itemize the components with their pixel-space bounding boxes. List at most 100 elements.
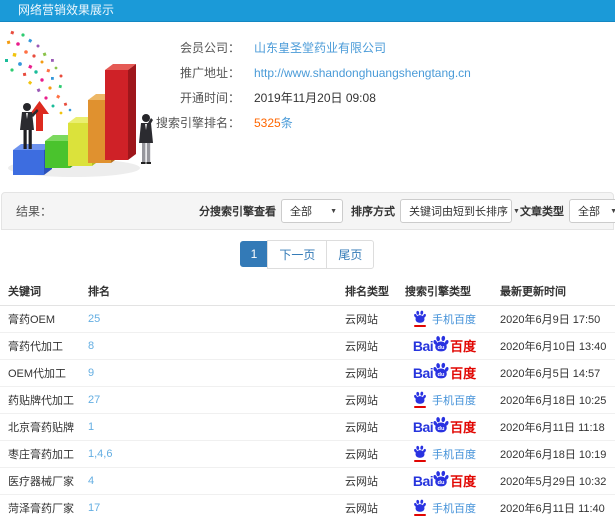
baidu-mobile-logo: 手机百度 [413,499,476,516]
baidu-paw-icon: du [433,335,449,351]
promo-url-link[interactable]: http://www.shandonghuangshengtang.cn [254,66,471,80]
baidu-red-underline [414,325,426,327]
open-time-label: 开通时间： [179,91,240,105]
rank-link[interactable]: 1,4,6 [88,448,112,460]
sort-filter-label: 排序方式 [351,206,395,218]
engine-rank-label: 搜索引擎排名： [155,116,240,130]
header-engine: 搜索引擎类型 [397,278,492,306]
baidu-mobile-logo: 手机百度 [413,310,476,327]
result-label: 结果： [16,204,53,219]
baidu-pc-suffix: 百度 [450,339,477,354]
engine-filter-select[interactable]: 全部 ▼ [281,199,343,223]
baidu-mobile-label: 手机百度 [432,394,476,407]
rank-link[interactable]: 8 [88,340,94,352]
filter-group: 分搜索引擎查看 全部 ▼ 排序方式 关键词由短到长排序 ▼ 文章类型 全部 ▼ … [199,198,615,224]
svg-text:du: du [438,425,445,431]
keyword-cell: 膏药OEM [0,305,80,333]
baidu-pc-prefix: Bai [412,418,434,435]
sort-filter-select[interactable]: 关键词由短到长排序 ▼ [400,199,520,223]
pagination: 1 下一页 尾页 [0,230,615,278]
engine-rank-value: 5325条 [254,114,293,131]
rank-type-cell: 云网站 [337,386,397,414]
rank-link[interactable]: 9 [88,367,94,379]
baidu-pc-prefix: Bai [412,472,434,489]
keyword-cell: OEM代加工 [0,359,80,387]
open-time-row: 开通时间： 2019年11月20日 09:08 [0,85,615,110]
baidu-red-underline [414,514,426,516]
svg-text:du: du [438,371,445,377]
rank-type-cell: 云网站 [337,332,397,360]
keyword-cell: 菏泽膏药厂家 [0,494,80,520]
baidu-pc-logo: Bai du 百度 [413,362,476,384]
page-title: 网络营销效果展示 [0,0,615,22]
baidu-pc-suffix: 百度 [450,366,477,381]
table-row: 药贴牌代加工 27 云网站 手机百度 2020年6月18日 10:25 [0,386,615,414]
table-row: 膏药代加工 8 云网站 Bai du 百度 2020年6月10日 13:40 [0,332,615,360]
baidu-mobile-logo: 手机百度 [413,391,476,408]
baidu-paw-icon: du [433,470,449,486]
baidu-paw-icon [413,499,427,516]
baidu-pc-prefix: Bai [412,337,434,354]
baidu-paw-icon [413,310,427,327]
keyword-cell: 枣庄膏药加工 [0,440,80,468]
baidu-mobile-label: 手机百度 [432,502,476,515]
header-updated: 最新更新时间 [492,278,615,306]
engine-cell: Bai du 百度 [397,332,492,360]
engine-rank-row: 搜索引擎排名： 5325条 [0,110,615,135]
header-keyword: 关键词 [0,278,80,306]
rank-link[interactable]: 17 [88,502,100,514]
table-row: 枣庄膏药加工 1,4,6 云网站 手机百度 2020年6月18日 10:19 [0,440,615,468]
baidu-paw-icon: du [433,416,449,432]
member-company-row: 会员公司： 山东皇圣堂药业有限公司 [0,35,615,60]
updated-cell: 2020年6月10日 13:40 [492,332,615,360]
info-fields: 会员公司： 山东皇圣堂药业有限公司 推广地址： http://www.shand… [0,35,615,135]
table-row: OEM代加工 9 云网站 Bai du 百度 2020年6月5日 14:57 [0,359,615,387]
article-type-select[interactable]: 全部 ▼ [569,199,615,223]
table-row: 膏药OEM 25 云网站 手机百度 2020年6月9日 17:50 [0,305,615,333]
baidu-paw-icon [413,445,427,462]
rank-link[interactable]: 25 [88,313,100,325]
page-number-current[interactable]: 1 [239,241,269,267]
rank-type-cell: 云网站 [337,413,397,441]
rank-type-cell: 云网站 [337,359,397,387]
next-page-button[interactable]: 下一页 [267,239,328,269]
table-row: 医疗器械厂家 4 云网站 Bai du 百度 2020年5月29日 10:32 [0,467,615,495]
baidu-pc-suffix: 百度 [450,420,477,435]
baidu-paw-icon: du [433,362,449,378]
engine-cell: Bai du 百度 [397,467,492,495]
header-rank: 排名 [80,278,337,306]
rank-type-cell: 云网站 [337,494,397,520]
header-rank-type: 排名类型 [337,278,397,306]
keyword-cell: 北京膏药贴牌 [0,413,80,441]
engine-cell: Bai du 百度 [397,359,492,387]
keyword-cell: 膏药代加工 [0,332,80,360]
rank-link[interactable]: 1 [88,421,94,433]
engine-filter-label: 分搜索引擎查看 [199,206,276,218]
keyword-cell: 药贴牌代加工 [0,386,80,414]
engine-cell: 手机百度 [397,386,492,414]
rank-link[interactable]: 4 [88,475,94,487]
rank-link[interactable]: 27 [88,394,100,406]
engine-filter-value: 全部 [290,206,312,218]
engine-cell: Bai du 百度 [397,413,492,441]
baidu-pc-logo: Bai du 百度 [413,416,476,438]
rank-unit: 条 [280,116,293,130]
rank-type-cell: 云网站 [337,305,397,333]
chevron-down-icon: ▼ [610,207,615,215]
updated-cell: 2020年6月18日 10:25 [492,386,615,414]
updated-cell: 2020年6月5日 14:57 [492,359,615,387]
engine-cell: 手机百度 [397,494,492,520]
baidu-pc-logo: Bai du 百度 [413,335,476,357]
table-header-row: 关键词 排名 排名类型 搜索引擎类型 最新更新时间 [0,278,615,306]
last-page-button[interactable]: 尾页 [326,239,375,269]
table-row: 北京膏药贴牌 1 云网站 Bai du 百度 2020年6月11日 11:18 [0,413,615,441]
member-company-link[interactable]: 山东皇圣堂药业有限公司 [254,39,386,56]
chevron-down-icon: ▼ [513,207,520,215]
open-time-value: 2019年11月20日 09:08 [254,91,376,105]
keyword-cell: 医疗器械厂家 [0,467,80,495]
rank-type-cell: 云网站 [337,440,397,468]
baidu-mobile-label: 手机百度 [432,448,476,461]
updated-cell: 2020年5月29日 10:32 [492,467,615,495]
promo-url-label: 推广地址： [179,66,240,80]
article-type-label: 文章类型 [520,206,564,218]
